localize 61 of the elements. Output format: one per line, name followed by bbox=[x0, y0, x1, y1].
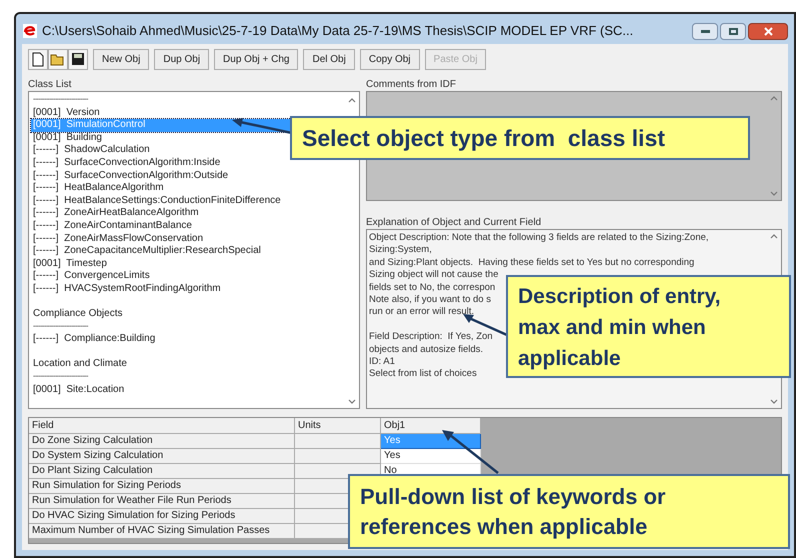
table-cell: Do Plant Sizing Calculation bbox=[29, 464, 295, 479]
scroll-up-icon[interactable] bbox=[770, 234, 778, 239]
class-group-heading: Location and Climate bbox=[32, 358, 127, 372]
class-list-item[interactable]: [------] ConvergenceLimits bbox=[31, 270, 345, 283]
close-icon[interactable] bbox=[764, 26, 772, 36]
description-text: Sizing object will not cause the bbox=[369, 269, 498, 282]
value-cell[interactable]: Yes bbox=[381, 449, 481, 464]
app-icon bbox=[22, 23, 38, 39]
class-group-heading: Compliance Objects bbox=[32, 308, 122, 321]
toolbar-button[interactable]: Copy Obj bbox=[360, 48, 420, 70]
class-list-item[interactable]: [------] HeatBalanceSettings:ConductionFiniteDifference bbox=[31, 194, 345, 208]
description-text: Field Description: If Yes, Zon bbox=[369, 331, 493, 344]
table-cell: Do HVAC Sizing Simulation for Sizing Periods bbox=[29, 509, 295, 524]
close-button[interactable] bbox=[748, 22, 788, 40]
save-icon[interactable] bbox=[68, 48, 88, 70]
description-text: run or an error will result. bbox=[369, 306, 474, 319]
class-list-item[interactable]: [0001] Timestep bbox=[31, 258, 345, 270]
table-cell: Do System Sizing Calculation bbox=[29, 449, 295, 464]
description-text: and Sizing:Plant objects. Having these fields set to Yes but no corresponding bbox=[369, 256, 694, 270]
panel-label: Class List bbox=[28, 78, 72, 91]
description-text: ID: A1 bbox=[369, 356, 395, 368]
scroll-down-icon[interactable] bbox=[348, 399, 356, 404]
callout-tooltip: Description of entry, max and min when applicable bbox=[506, 275, 791, 378]
panel-label: Comments from IDF bbox=[366, 78, 458, 91]
description-text: fields set to No, the correspon bbox=[369, 282, 496, 294]
callout-tooltip: Pull-down list of keywords or references when applicable bbox=[348, 474, 790, 549]
window-title: C:\Users\Sohaib Ahmed\Music\25-7-19 Data\My Data 25-7-19\MS Thesis\SCIP MODEL EP VRF (SC... bbox=[42, 22, 634, 40]
toolbar-button[interactable]: Dup Obj bbox=[154, 48, 210, 70]
description-text: Sizing:System, bbox=[369, 244, 432, 257]
scroll-down-icon[interactable] bbox=[770, 399, 778, 404]
class-list-item[interactable]: [------] Compliance:Building bbox=[31, 333, 345, 346]
open-folder-icon[interactable] bbox=[48, 48, 68, 70]
description-text: Object Description: Note that the following 3 fields are related to the Sizing:Zone, bbox=[369, 232, 709, 244]
table-cell: Run Simulation for Weather File Run Periods bbox=[29, 494, 295, 509]
table-cell: Do Zone Sizing Calculation bbox=[29, 434, 295, 449]
panel-label: Explanation of Object and Current Field bbox=[366, 216, 542, 229]
class-list-item[interactable]: [------] ZoneAirHeatBalanceAlgorithm bbox=[31, 207, 345, 220]
class-list-item[interactable]: [------] ZoneAirMassFlowConservation bbox=[31, 232, 345, 246]
callout-tooltip: Select object type from class list bbox=[290, 116, 750, 160]
description-text: objects and autosize fields. bbox=[369, 344, 484, 356]
class-list-item[interactable]: [0001] Site:Location bbox=[31, 384, 345, 396]
minimize-button[interactable] bbox=[692, 22, 718, 40]
maximize-button[interactable] bbox=[720, 22, 746, 40]
column-header: Units bbox=[295, 418, 381, 434]
class-list-item[interactable]: [------] HeatBalanceAlgorithm bbox=[31, 182, 345, 195]
scroll-up-icon[interactable] bbox=[348, 98, 356, 103]
class-list-item[interactable]: [------] ZoneAirContaminantBalance bbox=[31, 220, 345, 233]
column-header: Obj1 bbox=[381, 418, 481, 434]
table-cell: Run Simulation for Sizing Periods bbox=[29, 479, 295, 494]
toolbar-button[interactable]: Del Obj bbox=[303, 48, 355, 70]
class-list-item[interactable]: [------] HVACSystemRootFindingAlgorithm bbox=[31, 282, 345, 296]
description-text: Select from list of choices bbox=[369, 368, 477, 381]
table-cell: Maximum Number of HVAC Sizing Simulation Passes bbox=[29, 524, 295, 539]
description-text: Note also, if you want to do s bbox=[369, 294, 491, 306]
pointer-arrow bbox=[232, 118, 292, 134]
column-header: Field bbox=[29, 418, 295, 434]
class-list-item[interactable]: [------] ZoneCapacitanceMultiplier:ResearchSpecial bbox=[31, 245, 345, 258]
class-list-item[interactable]: [------] SurfaceConvectionAlgorithm:Outside bbox=[31, 170, 345, 182]
toolbar-button[interactable]: New Obj bbox=[93, 48, 150, 70]
toolbar-button[interactable]: Dup Obj + Chg bbox=[214, 48, 298, 70]
new-file-icon[interactable] bbox=[28, 48, 48, 70]
